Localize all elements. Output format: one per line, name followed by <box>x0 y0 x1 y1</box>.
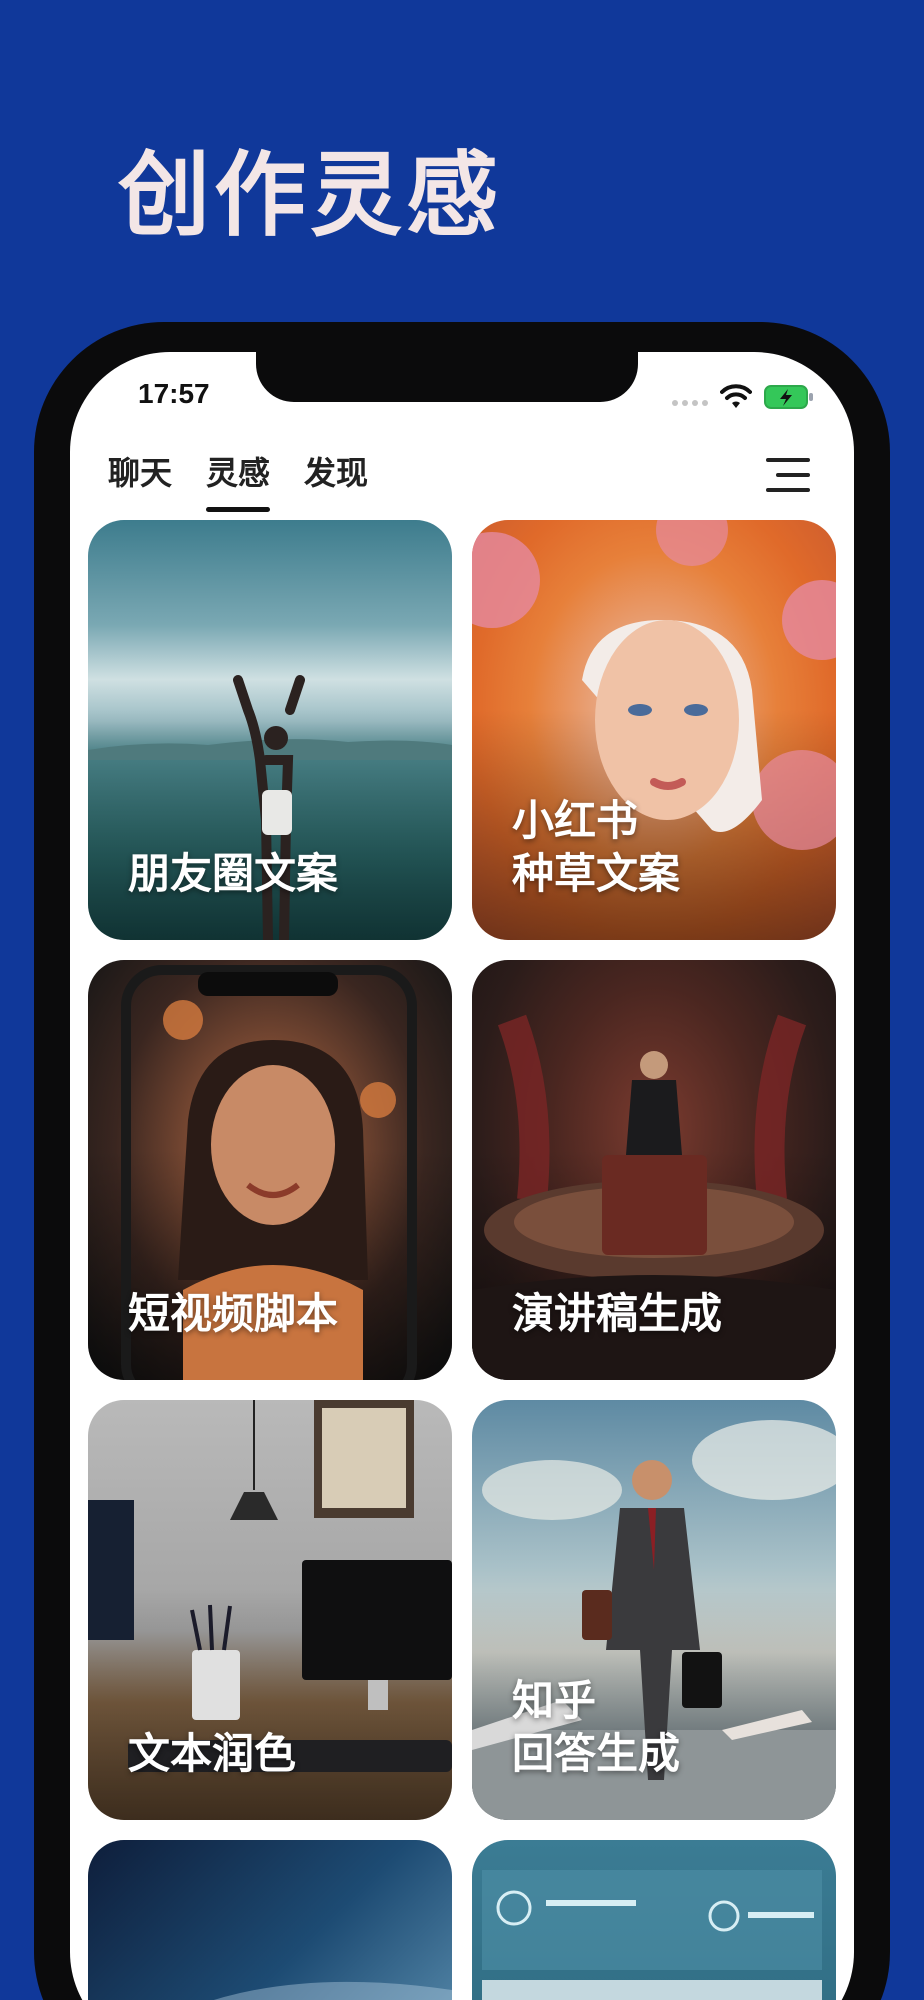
card-label: 短视频脚本 <box>128 1288 339 1338</box>
phone-notch <box>256 352 638 402</box>
card-label: 演讲稿生成 <box>512 1288 723 1338</box>
tab-inspiration[interactable]: 灵感 <box>206 448 271 512</box>
card-moments-copy[interactable]: 朋友圈文案 <box>88 520 452 940</box>
card-xiaohongshu-copy[interactable]: 小红书 种草文案 <box>472 520 836 940</box>
tab-discover[interactable]: 发现 <box>304 448 368 494</box>
card-label: 朋友圈文案 <box>128 848 339 898</box>
card-short-video-script[interactable]: 短视频脚本 <box>88 960 452 1380</box>
document-interface-image <box>482 1870 822 2000</box>
card-label: 文本润色 <box>128 1728 297 1778</box>
cellular-signal-icon <box>672 400 708 406</box>
card-speech-generator[interactable]: 演讲稿生成 <box>472 960 836 1380</box>
battery-charging-icon <box>764 385 813 409</box>
card-label: 知乎 回答生成 <box>512 1676 681 1778</box>
card-partial-document[interactable] <box>472 1840 836 2000</box>
wifi-icon <box>720 384 752 408</box>
hero-title: 创作灵感 <box>118 142 503 249</box>
card-partial-dark-light[interactable] <box>88 1840 452 2000</box>
hamburger-menu-icon[interactable] <box>766 458 810 494</box>
card-text-polish[interactable]: 文本润色 <box>88 1400 452 1820</box>
status-time: 17:57 <box>138 378 210 409</box>
tab-chat[interactable]: 聊天 <box>108 448 172 494</box>
card-label: 小红书 种草文案 <box>512 796 681 898</box>
card-zhihu-answer[interactable]: 知乎 回答生成 <box>472 1400 836 1820</box>
abstract-light-image <box>213 1981 452 2000</box>
top-tab-bar: 聊天 灵感 发现 <box>108 448 368 512</box>
